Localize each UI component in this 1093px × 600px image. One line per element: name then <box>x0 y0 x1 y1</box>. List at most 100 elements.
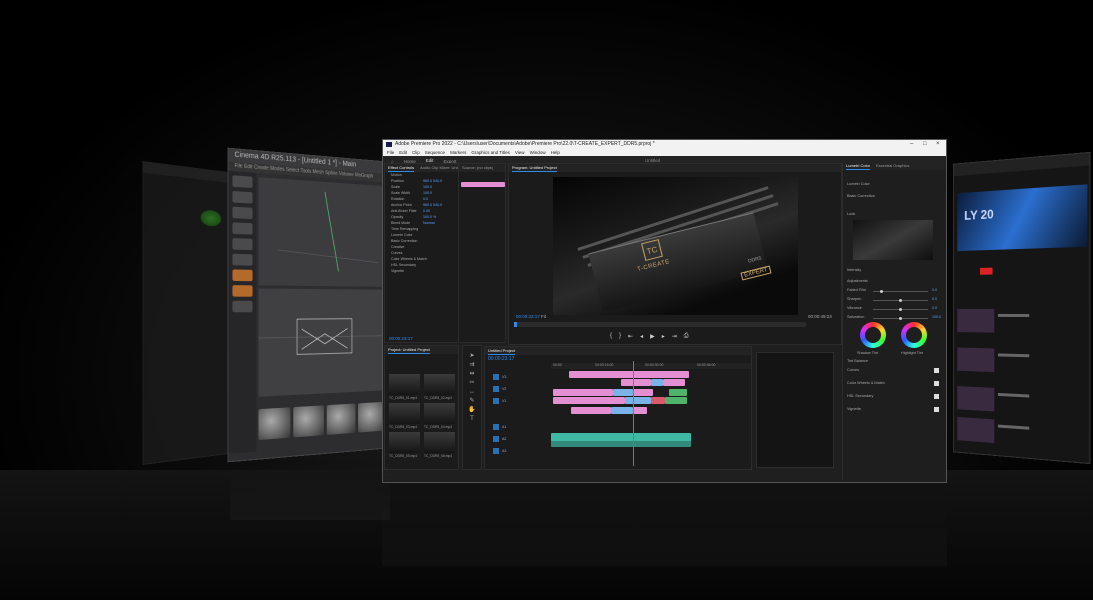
c4d-top-viewport[interactable] <box>258 288 386 397</box>
menu-help[interactable]: Help <box>551 149 560 156</box>
timeline-ruler[interactable]: 00:00 00:00:15:00 00:00:30:00 00:00:45:0… <box>551 363 751 369</box>
c4d-tool-button[interactable] <box>232 238 253 251</box>
timeline-playhead[interactable] <box>633 361 634 466</box>
track-target-icon[interactable] <box>493 386 499 393</box>
go-to-out-icon[interactable]: ⇥ <box>672 333 677 340</box>
video-thumbnail[interactable] <box>957 386 995 412</box>
audio-clip[interactable] <box>551 439 691 447</box>
slider-track[interactable] <box>873 299 928 302</box>
program-playhead[interactable] <box>514 322 517 327</box>
menu-sequence[interactable]: Sequence <box>425 149 445 156</box>
timeline-clip[interactable] <box>553 389 613 396</box>
timeline-clip[interactable] <box>611 407 633 414</box>
tab-timeline-sequence[interactable]: Untitled Project <box>488 347 516 355</box>
lumetri-preset[interactable]: Lumetri Color <box>847 182 870 186</box>
project-thumbnail[interactable] <box>389 374 420 395</box>
c4d-tool-button-active[interactable] <box>232 269 253 282</box>
project-thumbnail[interactable] <box>389 432 420 453</box>
track-target-icon[interactable] <box>493 436 499 443</box>
tab-project[interactable]: Project: Untitled Project <box>388 346 430 354</box>
menu-clip[interactable]: Clip <box>412 149 420 156</box>
menu-edit[interactable]: Edit <box>399 149 407 156</box>
section-enable-checkbox[interactable] <box>934 407 939 412</box>
track-target-icon[interactable] <box>493 424 499 431</box>
tab-source[interactable]: Source: (no clips) <box>462 164 493 172</box>
slip-tool-icon[interactable]: ↔ <box>463 388 481 397</box>
section-enable-checkbox[interactable] <box>934 394 939 399</box>
program-timecode-current[interactable]: 00:00:23:17 <box>516 314 540 319</box>
track-header-a2[interactable]: A2 <box>493 435 548 443</box>
tab-program[interactable]: Program: Untitled Project <box>512 164 557 172</box>
track-header-v2[interactable]: V2 <box>493 385 548 393</box>
highlight-tint-wheel[interactable] <box>901 322 927 348</box>
step-back-icon[interactable]: ◂ <box>640 333 643 340</box>
track-header-v3[interactable]: V3 <box>493 373 548 381</box>
material-swatch[interactable] <box>258 407 291 441</box>
project-thumbnail[interactable] <box>424 374 455 395</box>
project-thumbnail[interactable] <box>424 403 455 424</box>
shadow-tint-wheel[interactable] <box>860 322 886 348</box>
menu-graphics[interactable]: Graphics and Titles <box>471 149 510 156</box>
source-clip-bar[interactable] <box>461 182 505 187</box>
program-video-frame[interactable]: TC T-CREATE DDR5 EXPERT <box>553 177 798 315</box>
timeline-clip[interactable] <box>571 407 611 414</box>
minimize-icon[interactable]: – <box>910 140 913 149</box>
video-thumbnail[interactable] <box>957 308 995 333</box>
section-curves[interactable]: Curves <box>847 368 859 372</box>
timeline-clip[interactable] <box>669 389 687 396</box>
material-swatch[interactable] <box>326 403 356 435</box>
program-fit-dropdown[interactable]: Fit <box>541 314 546 319</box>
c4d-tool-button[interactable] <box>232 206 253 220</box>
timeline-clip[interactable] <box>651 397 665 404</box>
go-to-in-icon[interactable]: ⇤ <box>628 333 633 340</box>
timeline-clip[interactable] <box>621 379 651 386</box>
video-thumbnail[interactable] <box>957 416 995 444</box>
subscribe-button[interactable] <box>980 267 993 275</box>
slider-value[interactable]: 100.0 <box>932 315 941 319</box>
menu-window[interactable]: Window <box>530 149 546 156</box>
slider-value[interactable]: 0.0 <box>932 288 937 292</box>
timeline-clip[interactable] <box>625 397 651 404</box>
slider-track[interactable] <box>873 317 928 320</box>
track-target-icon[interactable] <box>493 448 499 455</box>
track-target-icon[interactable] <box>493 374 499 381</box>
menu-view[interactable]: View <box>515 149 525 156</box>
c4d-tool-button[interactable] <box>232 222 253 235</box>
section-color-wheels[interactable]: Color Wheels & Match <box>847 381 885 385</box>
track-target-icon[interactable] <box>493 398 499 405</box>
timeline-clip[interactable] <box>663 379 685 386</box>
c4d-perspective-viewport[interactable] <box>258 177 387 287</box>
c4d-tool-button-active[interactable] <box>232 285 253 297</box>
step-forward-icon[interactable]: ▸ <box>662 333 665 340</box>
menu-file[interactable]: File <box>387 149 394 156</box>
track-header-a1[interactable]: A1 <box>493 423 548 431</box>
tab-effect-controls[interactable]: Effect Controls <box>388 164 415 172</box>
c4d-tool-button[interactable] <box>232 190 253 204</box>
project-thumbnail[interactable] <box>389 403 420 424</box>
c4d-tool-button[interactable] <box>232 175 253 189</box>
selection-tool-icon[interactable]: ➤ <box>463 352 481 361</box>
razor-tool-icon[interactable]: ✂ <box>463 379 481 388</box>
look-preview-thumbnail[interactable] <box>853 220 933 260</box>
maximize-icon[interactable]: □ <box>923 140 927 149</box>
tab-lumetri-color[interactable]: Lumetri Color <box>846 162 871 170</box>
timeline-clip[interactable] <box>633 407 647 414</box>
material-swatch[interactable] <box>293 405 324 438</box>
slider-value[interactable]: 0.0 <box>932 306 937 310</box>
video-thumbnail[interactable] <box>957 347 995 373</box>
section-enable-checkbox[interactable] <box>934 381 939 386</box>
timeline-clip[interactable] <box>569 371 689 378</box>
c4d-tool-button[interactable] <box>232 300 253 313</box>
track-header-a3[interactable]: A3 <box>493 447 548 455</box>
type-tool-icon[interactable]: T <box>463 415 481 424</box>
slider-knob[interactable] <box>899 299 902 302</box>
pen-tool-icon[interactable]: ✎ <box>463 397 481 406</box>
slider-value[interactable]: 0.0 <box>932 297 937 301</box>
export-frame-icon[interactable]: ⎙ <box>684 333 689 340</box>
section-hsl-secondary[interactable]: HSL Secondary <box>847 394 873 398</box>
c4d-tool-button[interactable] <box>232 253 253 266</box>
section-basic-correction[interactable]: Basic Correction <box>847 194 875 198</box>
mark-out-icon[interactable]: } <box>619 333 621 340</box>
slider-knob[interactable] <box>899 317 902 320</box>
tab-audio-clip-mixer[interactable]: Audio Clip Mixer: Untitled Project <box>420 164 459 172</box>
